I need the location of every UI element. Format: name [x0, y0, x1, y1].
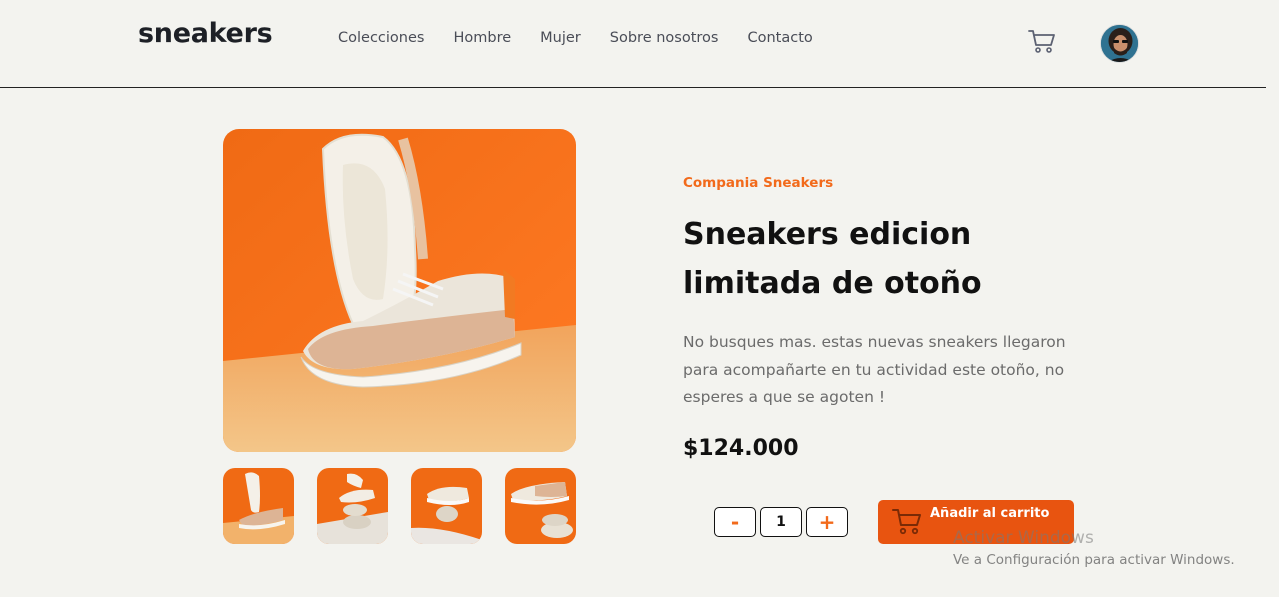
company-name: Compania Sneakers — [683, 175, 834, 191]
nav-link-sobre-nosotros[interactable]: Sobre nosotros — [610, 30, 719, 46]
site-logo[interactable]: sneakers — [138, 18, 273, 49]
quantity-stepper: - 1 + — [714, 507, 848, 537]
thumbnail-image — [411, 468, 482, 544]
sneaker-photo — [223, 129, 576, 452]
site-header: sneakers Colecciones Hombre Mujer Sobre … — [0, 0, 1266, 88]
product-price: $124.000 — [683, 436, 799, 461]
nav-link-contacto[interactable]: Contacto — [747, 30, 812, 46]
nav-link-hombre[interactable]: Hombre — [453, 30, 511, 46]
avatar-image — [1101, 25, 1138, 62]
thumbnail-list — [223, 468, 576, 544]
thumbnail-4[interactable] — [505, 468, 576, 544]
quantity-value[interactable]: 1 — [760, 507, 802, 537]
windows-activation-watermark: Activar Windows Ve a Configuración para … — [953, 528, 1235, 568]
nav-link-colecciones[interactable]: Colecciones — [338, 30, 424, 46]
product-main-image — [223, 129, 576, 452]
product-title: Sneakers edicion limitada de otoño — [683, 217, 982, 301]
product-description: No busques mas. estas nuevas sneakers ll… — [683, 333, 1066, 406]
nav-link-mujer[interactable]: Mujer — [540, 30, 581, 46]
quantity-increase-button[interactable]: + — [806, 507, 848, 537]
thumbnail-image — [505, 468, 576, 544]
thumbnail-2[interactable] — [317, 468, 388, 544]
cart-icon — [892, 509, 921, 535]
cart-icon[interactable] — [1028, 28, 1056, 54]
thumbnail-1[interactable] — [223, 468, 294, 544]
thumbnail-image — [317, 468, 388, 544]
main-nav: Colecciones Hombre Mujer Sobre nosotros … — [338, 30, 813, 46]
thumbnail-3[interactable] — [411, 468, 482, 544]
thumbnail-image — [223, 468, 294, 544]
quantity-decrease-button[interactable]: - — [714, 507, 756, 537]
watermark-subtitle: Ve a Configuración para activar Windows. — [953, 552, 1235, 568]
user-avatar[interactable] — [1100, 24, 1139, 63]
watermark-title: Activar Windows — [953, 528, 1094, 548]
add-to-cart-label: Añadir al carrito — [930, 506, 1050, 521]
